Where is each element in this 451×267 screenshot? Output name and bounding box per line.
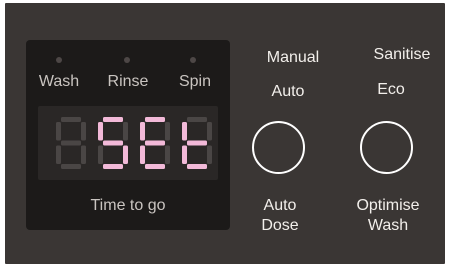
digit-2-segment-d (103, 164, 123, 169)
optimise-wash-label: Optimise Wash (343, 196, 433, 236)
manual-label: Manual (266, 49, 320, 66)
digit-2-segment-f (98, 122, 103, 141)
control-panel: Wash Rinse Spin Time to go Manual Auto S… (5, 3, 445, 264)
digit-1-segment-b (81, 122, 86, 141)
auto-dose-label-line1: Auto (263, 197, 297, 214)
auto-dose-button[interactable] (252, 121, 305, 174)
rinse-indicator-led (124, 57, 130, 63)
optimise-wash-label-line1: Optimise (356, 197, 420, 214)
digit-1-segment-c (81, 145, 86, 164)
digit-3-segment-a (145, 117, 165, 122)
digit-2-segment-b (123, 122, 128, 141)
digit-4-segment-f (182, 122, 187, 141)
digit-2-segment-e (98, 145, 103, 164)
auto-dose-label-line2: Dose (261, 217, 299, 234)
digit-1-segment-d (61, 164, 81, 169)
spin-indicator-led (190, 57, 196, 63)
auto-label: Auto (271, 83, 305, 100)
seven-segment-display (38, 106, 218, 180)
digit-2-segment-a (103, 117, 123, 122)
digit-4-segment-e (182, 145, 187, 164)
optimise-wash-button[interactable] (360, 121, 413, 174)
digit-2-segment-c (123, 145, 128, 164)
rinse-label: Rinse (107, 73, 149, 90)
digit-4-segment-g (187, 140, 207, 146)
auto-dose-label: Auto Dose (245, 196, 315, 236)
digit-2-segment-g (103, 140, 123, 146)
display-module: Wash Rinse Spin Time to go (26, 40, 230, 230)
digit-3-segment-f (140, 122, 145, 141)
spin-label: Spin (178, 73, 212, 90)
sanitise-label: Sanitise (373, 46, 431, 63)
digit-1-segment-e (56, 145, 61, 164)
time-to-go-label: Time to go (90, 197, 166, 214)
wash-indicator-led (56, 57, 62, 63)
wash-label: Wash (38, 73, 80, 90)
digit-3-segment-b (165, 122, 170, 141)
digit-4-segment-b (207, 122, 212, 141)
digit-3-segment-d (145, 164, 165, 169)
eco-label: Eco (377, 81, 405, 98)
digit-1-segment-f (56, 122, 61, 141)
segment-digits (56, 117, 212, 169)
digit-4-segment-c (207, 145, 212, 164)
digit-1-segment-g (61, 140, 81, 146)
digit-3-segment-c (165, 145, 170, 164)
digit-1-segment-a (61, 117, 81, 122)
digit-3-segment-g (145, 140, 165, 146)
digit-3-segment-e (140, 145, 145, 164)
optimise-wash-label-line2: Wash (367, 217, 409, 234)
digit-4-segment-a (187, 117, 207, 122)
digit-4-segment-d (187, 164, 207, 169)
